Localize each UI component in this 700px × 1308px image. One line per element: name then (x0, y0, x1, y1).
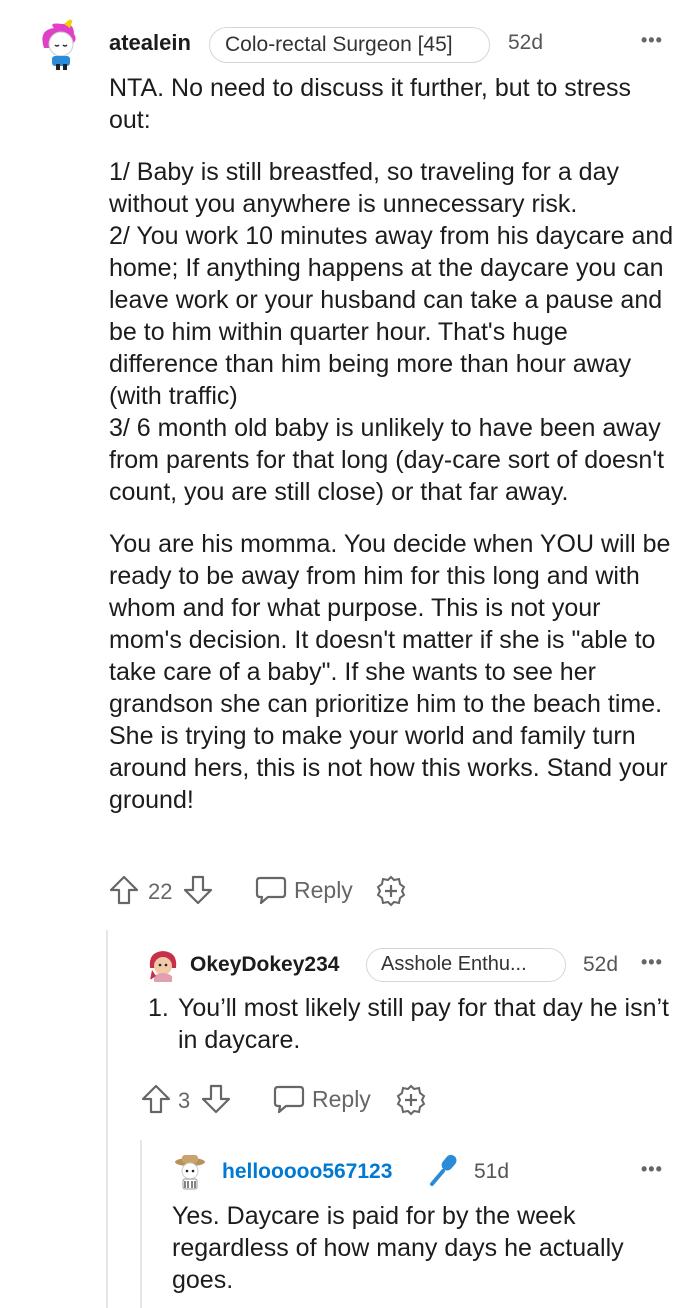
speech-bubble-icon (273, 1085, 305, 1114)
vote-count: 22 (148, 879, 173, 904)
avatar[interactable] (144, 946, 182, 984)
upvote-button[interactable] (140, 1083, 172, 1115)
reply-label[interactable]: Reply (312, 1086, 371, 1113)
user-flair: Colo-rectal Surgeon [45] (209, 27, 490, 63)
speech-bubble-icon (255, 876, 287, 905)
comment-paragraph: 1/ Baby is still breastfed, so traveling… (109, 158, 674, 506)
more-options-button[interactable]: ••• (641, 1159, 663, 1180)
comment-paragraph: NTA. No need to discuss it further, but … (109, 74, 631, 134)
more-options-button[interactable]: ••• (641, 30, 663, 51)
comment-age: 52d (583, 953, 619, 976)
plus-circle-icon[interactable] (374, 874, 408, 908)
comment-paragraph: You are his momma. You decide when YOU w… (109, 530, 671, 814)
list-number: 1. (148, 994, 169, 1022)
upvote-arrow-icon[interactable] (108, 874, 140, 906)
downvote-button[interactable] (200, 1083, 232, 1115)
reply-button[interactable]: Reply (272, 1083, 371, 1115)
microphone-icon (426, 1152, 462, 1188)
upvote-button[interactable] (108, 874, 140, 906)
user-flair: Asshole Enthu... (366, 948, 566, 982)
comment-body: NTA. No need to discuss it further, but … (109, 72, 679, 816)
downvote-arrow-icon[interactable] (182, 874, 214, 906)
comment-age: 52d (508, 31, 544, 54)
downvote-arrow-icon[interactable] (200, 1083, 232, 1115)
comment-body: Yes. Daycare is paid for by the week reg… (172, 1202, 624, 1294)
list-item: You’ll most likely still pay for that da… (178, 994, 669, 1054)
username[interactable]: OkeyDokey234 (190, 953, 339, 977)
avatar[interactable] (170, 1152, 210, 1192)
more-options-button[interactable]: ••• (641, 952, 663, 973)
username[interactable]: atealein (109, 30, 191, 56)
comment-age: 51d (474, 1160, 510, 1183)
award-button[interactable] (394, 1083, 428, 1117)
thread-line[interactable] (140, 1140, 142, 1308)
plus-circle-icon[interactable] (394, 1083, 428, 1117)
thread-line[interactable] (106, 930, 108, 1308)
reply-button[interactable]: Reply (254, 874, 353, 906)
comment-body: 1. You’ll most likely still pay for that… (148, 992, 678, 1056)
username[interactable]: hellooooo567123 (222, 1160, 392, 1184)
downvote-button[interactable] (182, 874, 214, 906)
upvote-arrow-icon[interactable] (140, 1083, 172, 1115)
vote-count: 3 (178, 1088, 191, 1113)
reply-label[interactable]: Reply (294, 877, 353, 904)
award-button[interactable] (374, 874, 408, 908)
avatar[interactable] (34, 18, 88, 72)
